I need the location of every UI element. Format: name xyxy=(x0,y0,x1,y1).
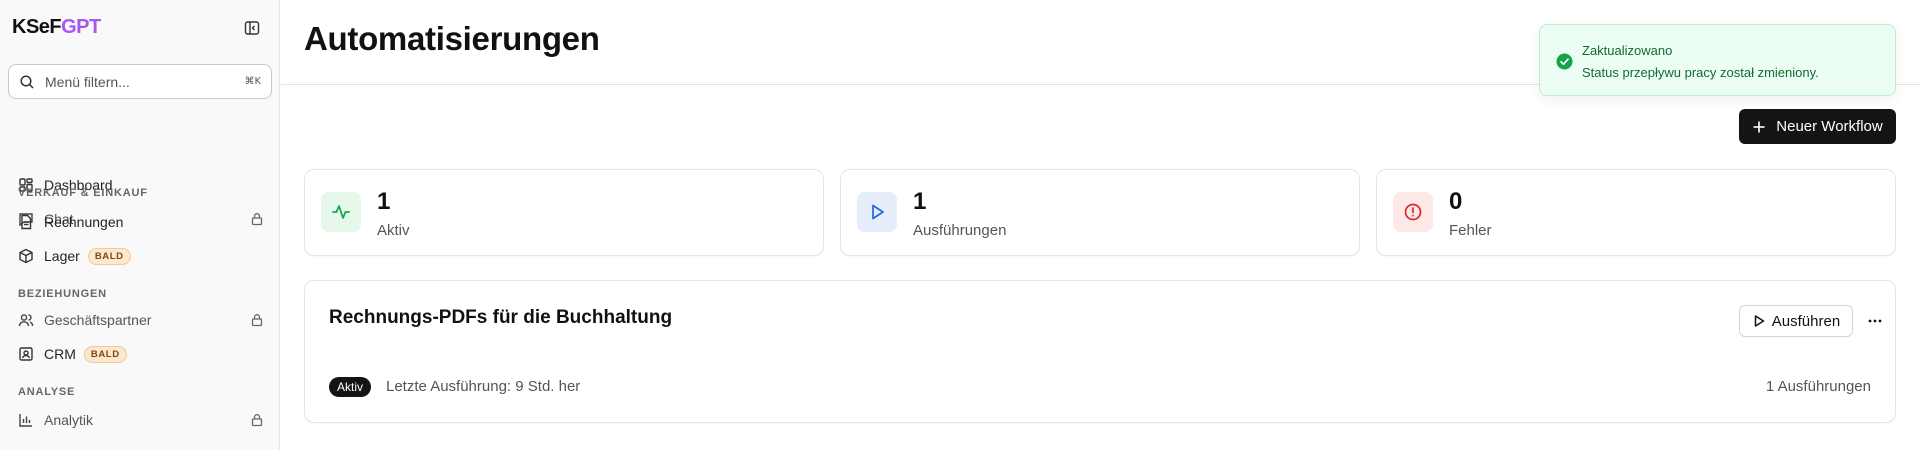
search-icon xyxy=(19,74,35,90)
menu-search-input[interactable] xyxy=(45,73,245,90)
run-workflow-label: Ausführen xyxy=(1771,312,1841,330)
sidebar-item-analytics[interactable]: Analytik xyxy=(8,405,272,435)
plus-icon xyxy=(1752,120,1766,134)
workflow-title[interactable]: Rechnungs-PDFs für die Buchhaltung xyxy=(329,307,672,329)
stat-label: Fehler xyxy=(1449,222,1492,239)
stat-value: 1 xyxy=(913,188,927,215)
page-title: Automatisierungen xyxy=(304,20,600,57)
new-workflow-button[interactable]: Neuer Workflow xyxy=(1739,109,1896,144)
check-circle-icon xyxy=(1556,53,1573,70)
sidebar-item-partners[interactable]: Geschäftspartner xyxy=(8,305,272,335)
sidebar-collapse-button[interactable] xyxy=(242,18,262,38)
users-icon xyxy=(18,312,34,328)
sidebar-item-stock[interactable]: Lager BALD xyxy=(8,241,272,271)
section-label-sales: VERKAUF & EINKAUF xyxy=(18,187,148,199)
logo-text-part2: GPT xyxy=(61,16,101,38)
run-workflow-button[interactable]: Ausführen xyxy=(1739,305,1853,337)
stat-card-executions: 1 Ausführungen xyxy=(840,169,1360,256)
soon-badge: BALD xyxy=(87,247,131,265)
contact-icon xyxy=(18,346,34,362)
play-icon xyxy=(857,192,897,232)
file-text-icon xyxy=(18,214,34,230)
runs-count: 1 Ausführungen xyxy=(1765,378,1871,395)
app-logo[interactable]: KSeFGPT xyxy=(12,16,101,39)
package-icon xyxy=(18,248,34,264)
last-run-text: Letzte Ausführung: 9 Std. her xyxy=(386,378,581,395)
sidebar-item-label: CRM xyxy=(44,346,76,362)
sidebar-toggle-icon xyxy=(244,21,260,35)
lock-icon xyxy=(250,313,264,327)
lock-icon xyxy=(250,413,264,427)
status-badge: Aktiv xyxy=(329,377,372,397)
toast-title: Zaktualizowano xyxy=(1582,43,1673,58)
toast-message: Status przepływu pracy został zmieniony. xyxy=(1582,65,1819,80)
app-window: KSeFGPT ⌘K Dashboard Chat VERKAUF & EINK… xyxy=(0,0,1920,450)
stat-value: 0 xyxy=(1449,188,1463,215)
sidebar-item-label: Lager xyxy=(44,248,80,264)
bar-chart-icon xyxy=(18,412,34,428)
new-workflow-label: Neuer Workflow xyxy=(1776,118,1883,135)
sidebar-item-label: Geschäftspartner xyxy=(44,312,152,328)
alert-circle-icon xyxy=(1393,192,1433,232)
section-label-relations: BEZIEHUNGEN xyxy=(18,288,107,300)
activity-icon xyxy=(321,192,361,232)
toast-notification[interactable]: Zaktualizowano Status przepływu pracy zo… xyxy=(1539,24,1896,96)
section-label-analysis: ANALYSE xyxy=(18,386,76,398)
sidebar-item-label: Rechnungen xyxy=(44,214,124,230)
workflow-card[interactable]: Rechnungs-PDFs für die Buchhaltung Ausfü… xyxy=(304,280,1896,423)
search-shortcut-hint: ⌘K xyxy=(244,76,261,87)
more-horizontal-icon xyxy=(1868,319,1882,323)
more-options-button[interactable] xyxy=(1863,309,1887,333)
soon-badge: BALD xyxy=(83,345,127,363)
stat-value: 1 xyxy=(377,188,391,215)
sidebar-item-invoices[interactable]: Rechnungen xyxy=(8,207,272,237)
sidebar-item-crm[interactable]: CRM BALD xyxy=(8,339,272,369)
menu-search[interactable]: ⌘K xyxy=(8,64,272,99)
play-icon xyxy=(1752,314,1766,328)
stat-card-errors: 0 Fehler xyxy=(1376,169,1896,256)
logo-text-part1: KSeF xyxy=(12,16,62,38)
sidebar-item-label: Analytik xyxy=(44,412,94,428)
stat-card-active: 1 Aktiv xyxy=(304,169,824,256)
stat-label: Ausführungen xyxy=(913,222,1007,239)
stat-label: Aktiv xyxy=(377,222,410,239)
sidebar: KSeFGPT ⌘K Dashboard Chat VERKAUF & EINK… xyxy=(0,0,280,450)
